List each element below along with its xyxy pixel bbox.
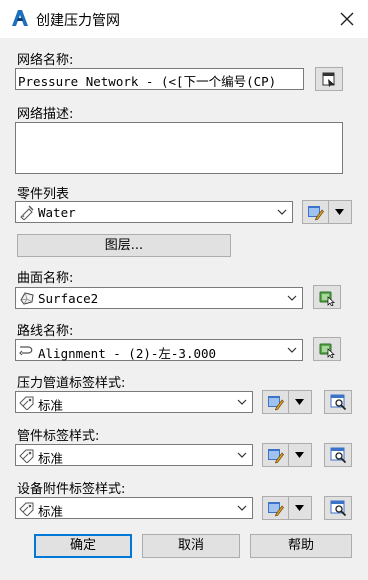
window-title: 创建压力管网 bbox=[36, 13, 120, 29]
dropdown-arrow-icon[interactable] bbox=[335, 209, 344, 215]
preview-style-icon bbox=[330, 500, 347, 517]
appurtenance-label-style-preview-button[interactable] bbox=[324, 496, 352, 520]
alignment-value: Alignment - (2)-左-3.000 bbox=[38, 346, 217, 361]
network-name-edit-button[interactable] bbox=[315, 67, 343, 91]
help-button[interactable]: 帮助 bbox=[250, 534, 352, 558]
parts-list-icon bbox=[20, 205, 34, 220]
chevron-down-icon bbox=[237, 399, 247, 405]
alignment-select[interactable]: Alignment - (2)-左-3.000 bbox=[15, 339, 303, 361]
network-desc-textarea[interactable] bbox=[15, 122, 343, 174]
alignment-icon bbox=[19, 346, 33, 356]
parts-list-edit-split-button[interactable] bbox=[302, 200, 352, 224]
chevron-down-icon bbox=[287, 295, 297, 301]
chevron-down-icon bbox=[237, 505, 247, 511]
appurtenance-label-style-select[interactable]: 标准 bbox=[15, 497, 253, 519]
layers-button[interactable]: 图层... bbox=[17, 234, 231, 257]
ok-button[interactable]: 确定 bbox=[34, 534, 132, 558]
surface-value: Surface2 bbox=[38, 291, 99, 306]
fitting-label-style-value: 标准 bbox=[38, 451, 64, 466]
network-desc-label: 网络描述: bbox=[17, 107, 74, 122]
surface-label: 曲面名称: bbox=[17, 271, 74, 286]
appurtenance-label-style-edit-split-button[interactable] bbox=[262, 496, 312, 520]
network-name-input[interactable]: Pressure Network - (<[下一个编号(CP) bbox=[15, 68, 304, 90]
pipe-label-style-value: 标准 bbox=[38, 398, 64, 413]
alignment-label: 路线名称: bbox=[17, 324, 74, 339]
surface-select[interactable]: Surface2 bbox=[15, 287, 303, 309]
edit-style-icon bbox=[268, 396, 284, 411]
cancel-button[interactable]: 取消 bbox=[142, 534, 240, 558]
appurtenance-label-style-label: 设备附件标签样式: bbox=[17, 482, 126, 497]
dropdown-arrow-icon[interactable] bbox=[295, 399, 304, 405]
fitting-label-style-preview-button[interactable] bbox=[324, 443, 352, 467]
parts-list-value: Water bbox=[38, 205, 76, 220]
edit-style-icon bbox=[268, 449, 284, 464]
label-style-icon bbox=[19, 396, 34, 410]
parts-list-select[interactable]: Water bbox=[15, 201, 293, 223]
name-template-icon bbox=[322, 72, 335, 87]
alignment-pick-button[interactable] bbox=[313, 337, 341, 361]
network-name-label: 网络名称: bbox=[17, 53, 74, 68]
edit-style-icon bbox=[308, 206, 324, 221]
close-icon[interactable] bbox=[338, 10, 356, 28]
chevron-down-icon bbox=[277, 209, 287, 215]
dropdown-arrow-icon[interactable] bbox=[295, 505, 304, 511]
label-style-icon bbox=[19, 449, 34, 463]
fitting-label-style-label: 管件标签样式: bbox=[17, 429, 100, 444]
pipe-label-style-preview-button[interactable] bbox=[324, 390, 352, 414]
appurtenance-label-style-value: 标准 bbox=[38, 504, 64, 519]
parts-list-label: 零件列表 bbox=[17, 187, 70, 202]
fitting-label-style-edit-button[interactable] bbox=[263, 444, 289, 466]
chevron-down-icon bbox=[287, 347, 297, 353]
fitting-label-style-edit-split-button[interactable] bbox=[262, 443, 312, 467]
label-style-icon bbox=[19, 502, 34, 516]
fitting-label-style-select[interactable]: 标准 bbox=[15, 444, 253, 466]
parts-list-edit-button[interactable] bbox=[303, 201, 329, 223]
dropdown-arrow-icon[interactable] bbox=[295, 452, 304, 458]
pipe-label-style-select[interactable]: 标准 bbox=[15, 391, 253, 413]
pipe-label-style-edit-split-button[interactable] bbox=[262, 390, 312, 414]
pipe-label-style-label: 压力管道标签样式: bbox=[17, 376, 126, 391]
pick-from-drawing-icon bbox=[319, 343, 335, 358]
edit-style-icon bbox=[268, 502, 284, 517]
preview-style-icon bbox=[330, 394, 347, 411]
preview-style-icon bbox=[330, 447, 347, 464]
network-name-value: Pressure Network - (<[下一个编号(CP) bbox=[18, 74, 277, 89]
surface-icon bbox=[20, 292, 34, 305]
surface-pick-button[interactable] bbox=[313, 285, 341, 309]
pick-from-drawing-icon bbox=[319, 291, 335, 306]
appurtenance-label-style-edit-button[interactable] bbox=[263, 497, 289, 519]
civil3d-logo-icon bbox=[12, 10, 28, 26]
chevron-down-icon bbox=[237, 452, 247, 458]
pipe-label-style-edit-button[interactable] bbox=[263, 391, 289, 413]
